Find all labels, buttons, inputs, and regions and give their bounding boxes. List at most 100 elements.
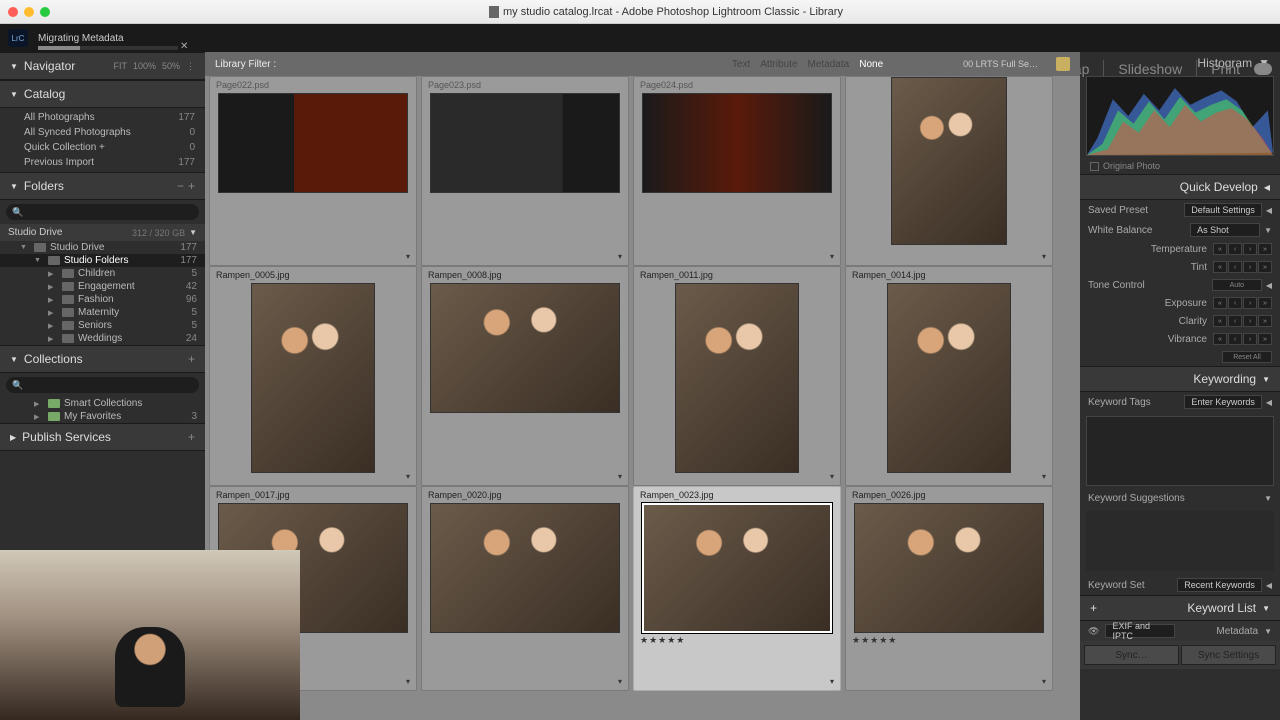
folder-item[interactable]: ▼Studio Folders177 <box>0 254 205 267</box>
grid-cell[interactable]: Rampen_0023.jpg★★★★★▾ <box>633 486 841 691</box>
folder-item[interactable]: ▼Studio Drive177 <box>0 241 205 254</box>
folder-item[interactable]: ▶Seniors5 <box>0 319 205 332</box>
metadata-mode-dropdown[interactable]: EXIF and IPTC <box>1105 624 1175 638</box>
temp-dec2[interactable]: « <box>1213 243 1227 255</box>
catalog-item[interactable]: Previous Import177 <box>0 155 205 170</box>
filter-text[interactable]: Text <box>732 59 750 70</box>
preset-dropdown[interactable]: Default Settings <box>1184 203 1262 217</box>
thumbnail[interactable] <box>251 283 375 473</box>
vib-dec[interactable]: ‹ <box>1228 333 1242 345</box>
clar-inc2[interactable]: » <box>1258 315 1272 327</box>
tint-inc[interactable]: › <box>1243 261 1257 273</box>
folders-header[interactable]: ▼Folders − + <box>0 172 205 200</box>
sync-button[interactable]: Sync… <box>1084 645 1179 665</box>
tint-inc2[interactable]: » <box>1258 261 1272 273</box>
catalog-item[interactable]: Quick Collection +0 <box>0 140 205 155</box>
volume-header[interactable]: Studio Drive 312 / 320 GB ▼ <box>0 224 205 241</box>
filter-none[interactable]: None <box>859 59 883 70</box>
temp-inc[interactable]: › <box>1243 243 1257 255</box>
vib-dec2[interactable]: « <box>1213 333 1227 345</box>
filter-metadata[interactable]: Metadata <box>808 59 850 70</box>
vib-inc[interactable]: › <box>1243 333 1257 345</box>
thumbnail[interactable] <box>675 283 799 473</box>
grid-cell[interactable]: Rampen_0014.jpg▾ <box>845 266 1053 486</box>
minimize-icon[interactable] <box>24 7 34 17</box>
exp-dec[interactable]: ‹ <box>1228 297 1242 309</box>
close-icon[interactable] <box>8 7 18 17</box>
clar-dec[interactable]: ‹ <box>1228 315 1242 327</box>
thumbnail[interactable] <box>218 93 408 193</box>
auto-tone-button[interactable]: Auto <box>1212 279 1262 291</box>
thumbnail[interactable] <box>430 93 620 193</box>
folder-item[interactable]: ▶Children5 <box>0 267 205 280</box>
filter-preset-dropdown[interactable]: 00 LRTS Full Se… <box>963 59 1038 69</box>
zoom-icon[interactable] <box>40 7 50 17</box>
tint-dec[interactable]: ‹ <box>1228 261 1242 273</box>
grid-cell[interactable]: Page022.psd▾ <box>209 76 417 266</box>
reset-all-button[interactable]: Reset All <box>1222 351 1272 363</box>
collections-plus-icon[interactable]: + <box>188 352 195 366</box>
navigator-header[interactable]: ▼Navigator FIT 100% 50% ⋮ <box>0 52 205 80</box>
collection-filter-input[interactable]: 🔍 <box>6 377 199 393</box>
thumbnail[interactable] <box>891 77 1007 245</box>
grid-cell[interactable]: ▾ <box>845 76 1053 266</box>
grid-cell[interactable]: Rampen_0005.jpg▾ <box>209 266 417 486</box>
publish-header[interactable]: ▶Publish Services + <box>0 423 205 451</box>
grid-cell[interactable]: Page023.psd▾ <box>421 76 629 266</box>
collection-item[interactable]: ▶Smart Collections <box>0 397 205 410</box>
exp-inc[interactable]: › <box>1243 297 1257 309</box>
module-print[interactable]: Print <box>1211 61 1240 77</box>
grid-cell[interactable]: Rampen_0008.jpg▾ <box>421 266 629 486</box>
grid-cell[interactable]: Rampen_0026.jpg★★★★★▾ <box>845 486 1053 691</box>
filter-attribute[interactable]: Attribute <box>760 59 797 70</box>
catalog-header[interactable]: ▼Catalog <box>0 80 205 108</box>
clar-dec2[interactable]: « <box>1213 315 1227 327</box>
collection-item[interactable]: ▶My Favorites3 <box>0 410 205 423</box>
grid-cell[interactable]: Rampen_0011.jpg▾ <box>633 266 841 486</box>
catalog-item[interactable]: All Photographs177 <box>0 110 205 125</box>
nav-100[interactable]: 100% <box>133 61 156 72</box>
task-cancel-icon[interactable]: ✕ <box>180 41 188 52</box>
exp-dec2[interactable]: « <box>1213 297 1227 309</box>
grid-cell[interactable]: Rampen_0020.jpg▾ <box>421 486 629 691</box>
thumbnail[interactable] <box>642 93 832 193</box>
folders-minus-icon[interactable]: − <box>177 179 184 193</box>
thumbnail[interactable] <box>642 503 832 633</box>
tint-dec2[interactable]: « <box>1213 261 1227 273</box>
keyword-tags-mode[interactable]: Enter Keywords <box>1184 395 1262 409</box>
keyword-list-header[interactable]: +Keyword List▼ <box>1080 595 1280 621</box>
filter-lock-icon[interactable] <box>1056 57 1070 71</box>
grid-cell[interactable]: Page024.psd▾ <box>633 76 841 266</box>
temp-inc2[interactable]: » <box>1258 243 1272 255</box>
temp-dec[interactable]: ‹ <box>1228 243 1242 255</box>
thumbnail[interactable] <box>887 283 1011 473</box>
nav-fit[interactable]: FIT <box>113 61 127 72</box>
collections-header[interactable]: ▼Collections + <box>0 345 205 373</box>
thumbnail[interactable] <box>430 503 620 633</box>
publish-plus-icon[interactable]: + <box>188 430 195 444</box>
thumbnail[interactable] <box>430 283 620 413</box>
task-label: Migrating Metadata <box>38 33 124 44</box>
folders-plus-icon[interactable]: + <box>188 179 195 193</box>
folder-item[interactable]: ▶Fashion96 <box>0 293 205 306</box>
quick-develop-header[interactable]: Quick Develop◀ <box>1080 174 1280 200</box>
nav-50[interactable]: 50% <box>162 61 180 72</box>
vib-inc2[interactable]: » <box>1258 333 1272 345</box>
module-slideshow[interactable]: Slideshow <box>1118 61 1182 77</box>
folder-item[interactable]: ▶Weddings24 <box>0 332 205 345</box>
keywording-header[interactable]: Keywording▼ <box>1080 366 1280 392</box>
metadata-header[interactable]: Metadata <box>1216 626 1258 637</box>
exp-inc2[interactable]: » <box>1258 297 1272 309</box>
folder-filter-input[interactable]: 🔍 <box>6 204 199 220</box>
thumbnail[interactable] <box>854 503 1044 633</box>
keyword-set-dropdown[interactable]: Recent Keywords <box>1177 578 1262 592</box>
clar-inc[interactable]: › <box>1243 315 1257 327</box>
keyword-textarea[interactable] <box>1086 416 1274 486</box>
wb-dropdown[interactable]: As Shot <box>1190 223 1260 237</box>
cloud-sync-icon[interactable] <box>1254 63 1272 75</box>
catalog-item[interactable]: All Synced Photographs0 <box>0 125 205 140</box>
original-photo-checkbox[interactable] <box>1090 162 1099 171</box>
folder-item[interactable]: ▶Engagement42 <box>0 280 205 293</box>
folder-item[interactable]: ▶Maternity5 <box>0 306 205 319</box>
sync-settings-button[interactable]: Sync Settings <box>1181 645 1276 665</box>
